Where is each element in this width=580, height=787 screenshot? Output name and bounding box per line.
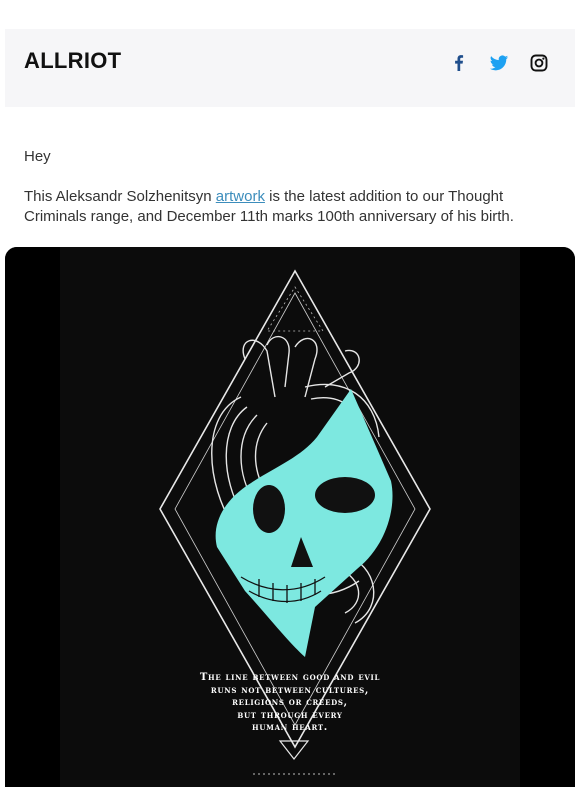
quote-line: runs not between cultures, — [210, 684, 370, 696]
artwork-link[interactable]: artwork — [216, 188, 265, 205]
email-body: Hey This Aleksandr Solzhenitsyn artwork … — [24, 147, 554, 227]
hero-artwork[interactable]: The line between good and evil runs not … — [5, 247, 575, 787]
intro-text-start: This Aleksandr Solzhenitsyn — [24, 188, 216, 205]
brand-logo[interactable]: ALLRIOT — [24, 48, 121, 74]
twitter-icon — [489, 55, 509, 71]
artwork-quote: The line between good and evil runs not … — [5, 672, 575, 735]
email-header: ALLRIOT — [5, 29, 575, 107]
intro-paragraph: This Aleksandr Solzhenitsyn artwork is t… — [24, 187, 554, 227]
quote-line: but through every — [237, 709, 343, 721]
quote-line: human heart. — [252, 722, 328, 733]
twitter-link[interactable] — [489, 53, 509, 73]
quote-line: religions or creeds, — [232, 697, 348, 708]
facebook-icon — [455, 55, 464, 71]
instagram-icon — [530, 54, 548, 72]
quote-line: The line between good and evil — [199, 672, 381, 683]
greeting-text: Hey — [24, 148, 51, 165]
social-links — [449, 53, 549, 73]
facebook-link[interactable] — [449, 53, 469, 73]
instagram-link[interactable] — [529, 53, 549, 73]
